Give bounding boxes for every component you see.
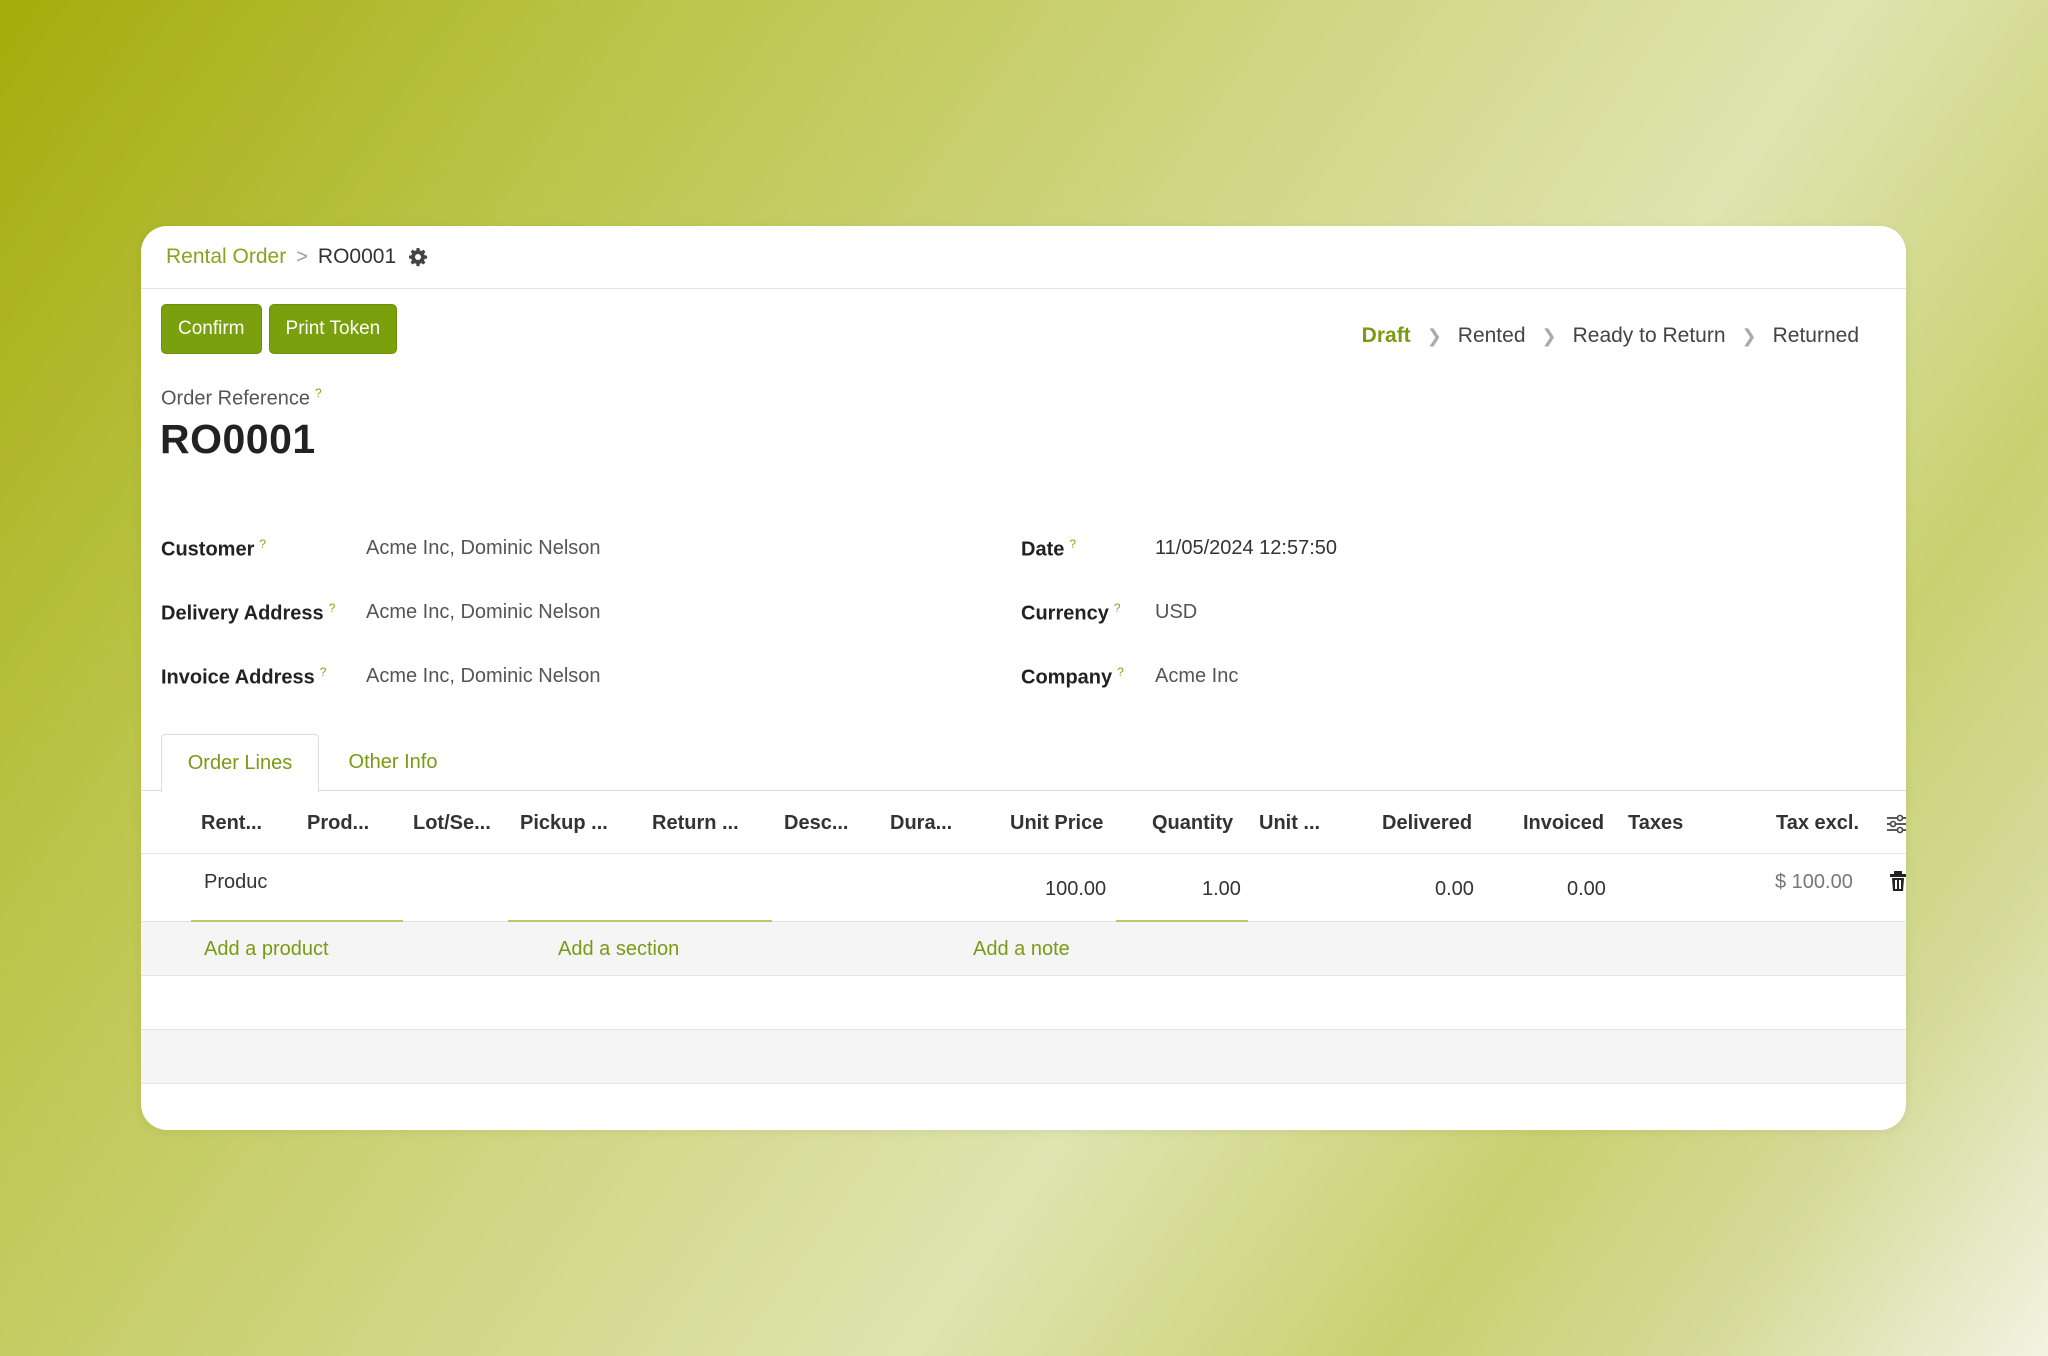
table-row[interactable]: Produc 100.00 1.00 0.00 0.00 $ 100.00 <box>141 854 1906 922</box>
add-note-link[interactable]: Add a note <box>973 938 1070 961</box>
tab-other-info[interactable]: Other Info <box>319 734 467 791</box>
delivery-address-label: Delivery Address <box>161 602 324 625</box>
unit-price-cell[interactable]: 100.00 <box>1045 878 1106 901</box>
quantity-cell[interactable]: 1.00 <box>1202 878 1241 901</box>
column-pickup[interactable]: Pickup ... <box>520 812 608 835</box>
tax-excl-cell: $ 100.00 <box>1775 871 1853 893</box>
company-field: Company? Acme Inc <box>1021 665 1238 690</box>
rental-order-form: Rental Order > RO0001 Confirm Print Toke… <box>141 226 1906 1130</box>
date-label: Date <box>1021 538 1065 561</box>
invoiced-cell: 0.00 <box>1567 878 1606 900</box>
column-lot-serial[interactable]: Lot/Se... <box>413 812 491 835</box>
trash-icon[interactable] <box>1889 870 1906 897</box>
delivery-address-input[interactable]: Acme Inc, Dominic Nelson <box>366 601 601 624</box>
column-return[interactable]: Return ... <box>652 812 739 835</box>
column-product[interactable]: Prod... <box>307 812 369 835</box>
currency-input[interactable]: USD <box>1155 601 1197 624</box>
help-icon[interactable]: ? <box>1069 537 1076 551</box>
stage-draft[interactable]: Draft <box>1362 324 1411 348</box>
rental-product-cell[interactable]: Produc <box>204 871 290 894</box>
customer-input[interactable]: Acme Inc, Dominic Nelson <box>366 537 601 560</box>
help-icon[interactable]: ? <box>315 386 322 400</box>
chevron-right-icon: ❯ <box>1541 325 1557 346</box>
tab-order-lines[interactable]: Order Lines <box>161 734 319 793</box>
date-input[interactable]: 11/05/2024 12:57:50 <box>1155 537 1337 560</box>
action-bar: Confirm Print Token <box>161 304 398 354</box>
breadcrumb: Rental Order > RO0001 <box>141 226 1906 289</box>
column-taxes[interactable]: Taxes <box>1628 812 1683 835</box>
breadcrumb-current: RO0001 <box>317 245 397 268</box>
order-reference-label-text: Order Reference <box>161 387 310 410</box>
column-invoiced[interactable]: Invoiced <box>1523 812 1604 835</box>
print-token-button[interactable]: Print Token <box>268 304 398 354</box>
help-icon[interactable]: ? <box>320 665 327 679</box>
help-icon[interactable]: ? <box>1117 665 1124 679</box>
currency-label: Currency <box>1021 602 1109 625</box>
breadcrumb-rental-order[interactable]: Rental Order <box>166 245 286 269</box>
empty-row <box>141 976 1906 1030</box>
add-line-row: Add a product Add a section Add a note <box>141 922 1906 976</box>
order-reference-label: Order Reference? <box>161 386 322 411</box>
status-bar: Draft ❯ Rented ❯ Ready to Return ❯ Retur… <box>1362 324 1859 348</box>
delivery-address-field: Delivery Address? Acme Inc, Dominic Nels… <box>161 601 601 626</box>
date-field: Date? 11/05/2024 12:57:50 <box>1021 537 1337 562</box>
gear-icon[interactable] <box>408 247 428 267</box>
column-rental[interactable]: Rent... <box>201 812 262 835</box>
order-lines-header: Rent... Prod... Lot/Se... Pickup ... Ret… <box>141 792 1906 854</box>
column-delivered[interactable]: Delivered <box>1382 812 1472 835</box>
add-section-link[interactable]: Add a section <box>558 938 679 961</box>
delivered-cell: 0.00 <box>1435 878 1474 900</box>
stage-rented[interactable]: Rented <box>1458 324 1526 348</box>
chevron-right-icon: ❯ <box>1426 325 1442 346</box>
form-tabs: Order Lines Other Info <box>141 734 1906 793</box>
stage-returned[interactable]: Returned <box>1773 324 1859 348</box>
help-icon[interactable]: ? <box>1114 601 1121 615</box>
breadcrumb-separator: > <box>296 245 308 268</box>
column-unit[interactable]: Unit ... <box>1259 812 1320 835</box>
sliders-icon[interactable] <box>1886 814 1906 839</box>
invoice-address-label: Invoice Address <box>161 666 315 689</box>
company-input[interactable]: Acme Inc <box>1155 665 1238 688</box>
confirm-button[interactable]: Confirm <box>161 304 262 354</box>
customer-field: Customer? Acme Inc, Dominic Nelson <box>161 537 601 562</box>
invoice-address-field: Invoice Address? Acme Inc, Dominic Nelso… <box>161 665 601 690</box>
column-description[interactable]: Desc... <box>784 812 848 835</box>
column-unit-price[interactable]: Unit Price <box>1010 812 1103 835</box>
stage-ready-to-return[interactable]: Ready to Return <box>1573 324 1726 348</box>
customer-label: Customer <box>161 538 255 561</box>
column-quantity[interactable]: Quantity <box>1152 812 1233 835</box>
help-icon[interactable]: ? <box>259 537 266 551</box>
order-reference-value[interactable]: RO0001 <box>160 416 316 463</box>
column-duration[interactable]: Dura... <box>890 812 952 835</box>
help-icon[interactable]: ? <box>329 601 336 615</box>
column-tax-excl[interactable]: Tax excl. <box>1776 812 1859 835</box>
chevron-right-icon: ❯ <box>1741 325 1757 346</box>
invoice-address-input[interactable]: Acme Inc, Dominic Nelson <box>366 665 601 688</box>
empty-row <box>141 1030 1906 1084</box>
add-product-link[interactable]: Add a product <box>204 938 329 961</box>
currency-field: Currency? USD <box>1021 601 1197 626</box>
company-label: Company <box>1021 666 1113 689</box>
